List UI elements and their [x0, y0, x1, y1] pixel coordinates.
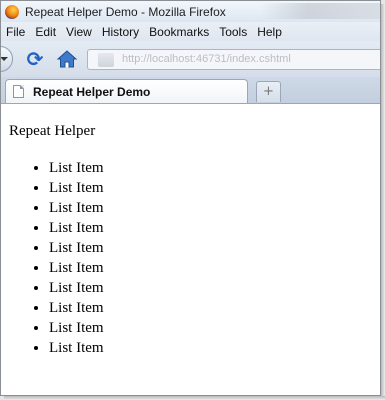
address-bar[interactable]: http://localhost:46731/index.cshtml: [87, 49, 380, 70]
page-heading: Repeat Helper: [9, 123, 96, 139]
list-item: List Item: [49, 258, 104, 278]
list-item: List Item: [49, 238, 104, 258]
site-identity-icon[interactable]: [98, 53, 114, 67]
title-bar-blur: [260, 3, 380, 19]
list-item: List Item: [49, 178, 104, 198]
menu-bookmarks[interactable]: Bookmarks: [144, 25, 209, 39]
list-item: List Item: [49, 318, 104, 338]
list-item: List Item: [49, 298, 104, 318]
title-bar[interactable]: Repeat Helper Demo - Mozilla Firefox: [1, 1, 380, 22]
tab-active[interactable]: Repeat Helper Demo: [5, 79, 248, 103]
list-item: List Item: [49, 198, 104, 218]
tab-title: Repeat Helper Demo: [33, 85, 151, 99]
reload-icon[interactable]: ⟳: [24, 48, 46, 70]
window-shadow-bottom: [4, 396, 385, 400]
home-icon[interactable]: [56, 49, 78, 69]
menu-file[interactable]: File: [1, 25, 25, 39]
window-title: Repeat Helper Demo - Mozilla Firefox: [25, 4, 226, 19]
browser-window: Repeat Helper Demo - Mozilla Firefox Fil…: [0, 0, 381, 396]
tab-strip: Repeat Helper Demo +: [1, 77, 380, 104]
page-content: Repeat Helper List Item List Item List I…: [1, 104, 380, 395]
navigation-toolbar: ⟳ http://localhost:46731/index.cshtml: [1, 41, 380, 77]
back-dropdown-icon[interactable]: [1, 46, 13, 72]
menu-tools[interactable]: Tools: [214, 25, 247, 39]
menu-help[interactable]: Help: [252, 25, 282, 39]
window-shadow-right: [381, 4, 385, 400]
list-item: List Item: [49, 338, 104, 358]
menu-view[interactable]: View: [61, 25, 92, 39]
menu-history[interactable]: History: [97, 25, 139, 39]
list-item: List Item: [49, 278, 104, 298]
menu-bar: File Edit View History Bookmarks Tools H…: [1, 22, 380, 41]
new-tab-button[interactable]: +: [256, 81, 281, 102]
firefox-logo-icon: [5, 4, 19, 19]
list-item: List Item: [49, 218, 104, 238]
menu-edit[interactable]: Edit: [30, 25, 56, 39]
item-list: List Item List Item List Item List Item …: [33, 158, 104, 358]
page-icon: [13, 85, 24, 98]
list-item: List Item: [49, 158, 104, 178]
url-text: http://localhost:46731/index.cshtml: [122, 53, 291, 65]
